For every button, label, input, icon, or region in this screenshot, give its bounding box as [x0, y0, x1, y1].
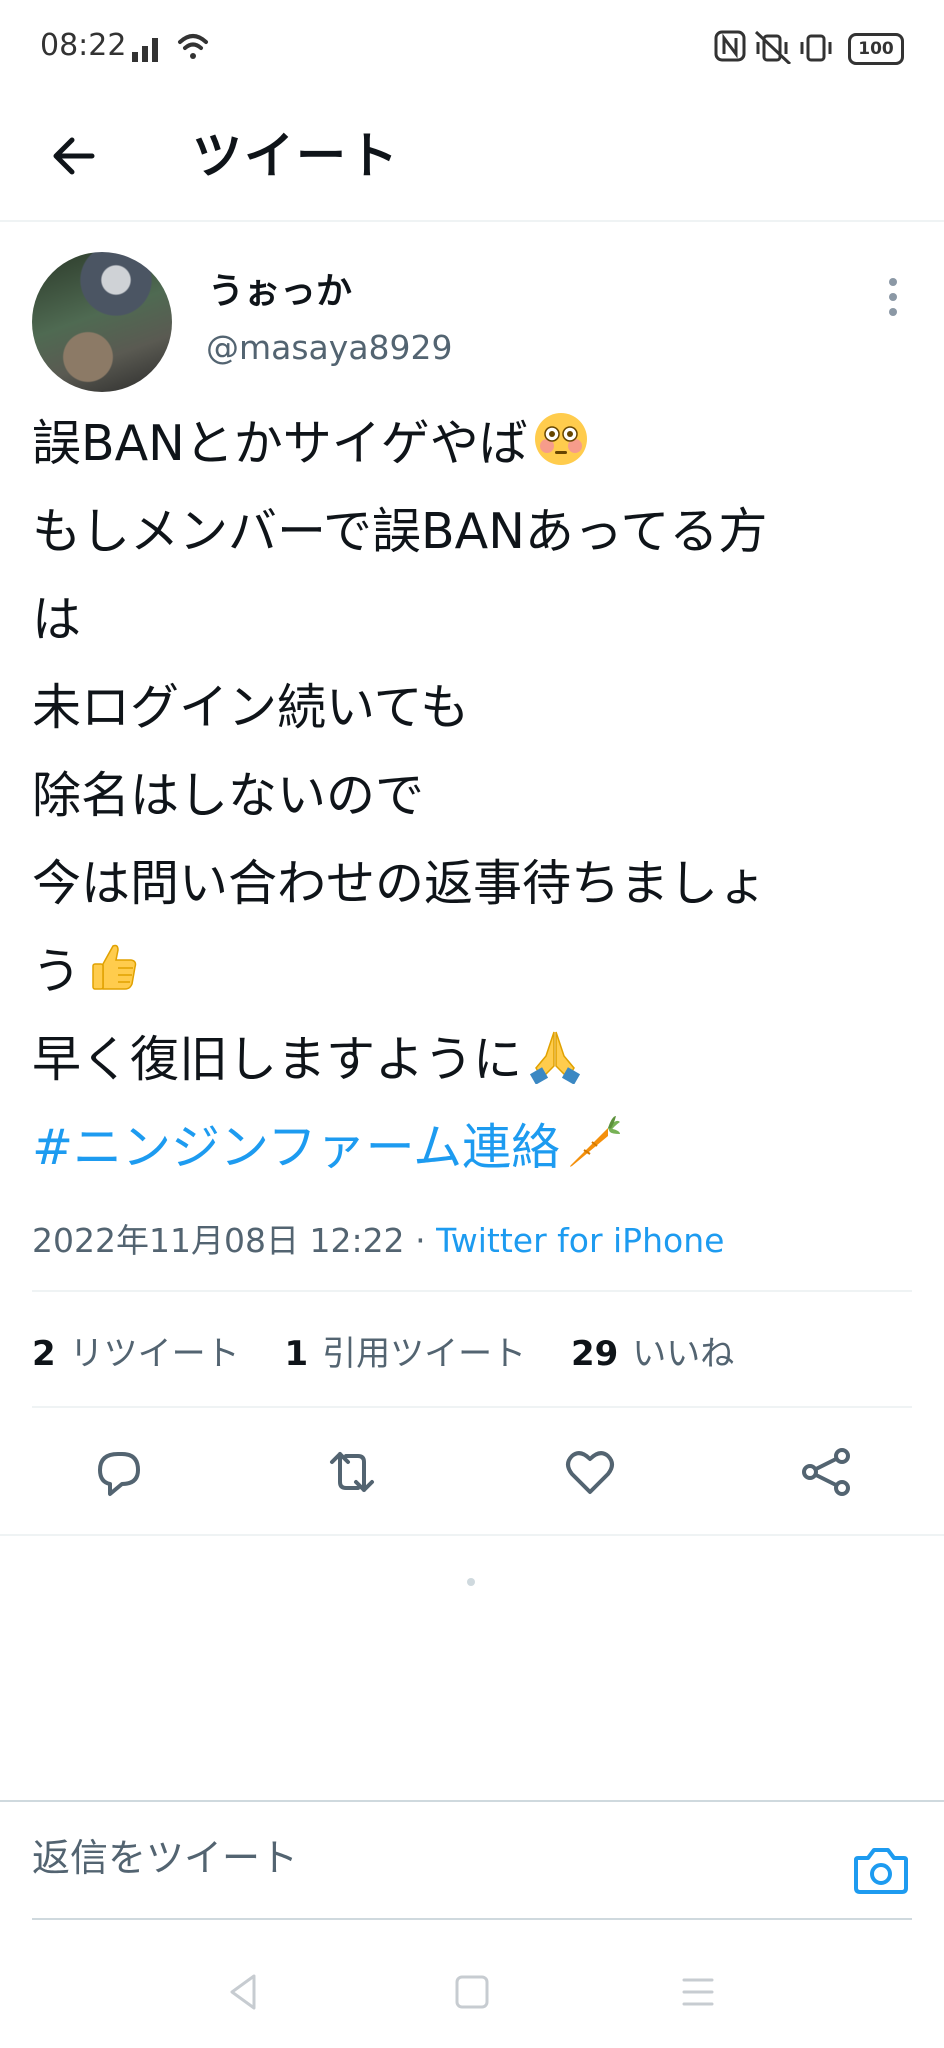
header: ツイート [0, 96, 944, 222]
more-vertical-icon[interactable] [878, 272, 908, 322]
vibrate-off-icon [754, 30, 792, 64]
reply-input[interactable] [32, 1826, 792, 1890]
meta-separator: · [415, 1221, 426, 1260]
folded-hands-emoji [529, 1031, 581, 1084]
retweet-icon[interactable] [322, 1442, 382, 1502]
flushed-face-emoji [534, 413, 587, 465]
user-handle[interactable]: @masaya8929 [206, 328, 453, 367]
menu-icon[interactable] [676, 1970, 720, 2014]
reply-bar [0, 1800, 944, 1920]
status-time: 08:22 [40, 28, 127, 63]
tweet-text: 誤BANとかサイゲやば もしメンバーで誤BANあってる方 は 未ログイン続いても… [32, 400, 912, 1192]
camera-icon[interactable] [852, 1844, 910, 1896]
tweet-line: もしメンバーで誤BANあってる方 [32, 503, 768, 560]
reply-icon[interactable] [88, 1442, 148, 1502]
tweet-line: 今は問い合わせの返事待ちましょ [32, 855, 768, 912]
battery-icon: 100 [848, 33, 904, 65]
share-icon[interactable] [796, 1442, 856, 1502]
divider [32, 1406, 912, 1408]
system-nav-bar [0, 1940, 944, 2048]
signal-icon [132, 34, 208, 62]
likes-stat[interactable]: 29 いいね [571, 1334, 734, 1374]
vibrate-icon [800, 34, 832, 62]
hashtag-line: #ニンジンファーム連絡 [32, 1104, 912, 1192]
retweets-stat[interactable]: 2 リツイート [32, 1334, 240, 1374]
wifi-icon [178, 34, 208, 59]
action-bar [0, 1412, 944, 1536]
status-bar: 08:22 100 [0, 0, 944, 96]
tweet-stats: 2 リツイート 1 引用ツイート 29 いいね [32, 1326, 768, 1375]
tweet-line: は [32, 591, 82, 648]
tweet-meta: 2022年11月08日 12:22 · Twitter for iPhone [32, 1214, 724, 1262]
back-icon[interactable] [222, 1970, 266, 2014]
carrot-emoji [570, 1116, 621, 1167]
reply-underline [32, 1918, 912, 1920]
nfc-icon [714, 30, 832, 64]
timestamp[interactable]: 2022年11月08日 12:22 [32, 1221, 405, 1260]
display-name[interactable]: うぉっか [208, 262, 352, 314]
tweet-line: 誤BANとかサイゲやば [32, 400, 912, 488]
tweet-line: 未ログイン続いても [32, 679, 470, 736]
arrow-left-icon[interactable] [44, 126, 104, 186]
source-link[interactable]: Twitter for iPhone [436, 1221, 724, 1260]
hashtag-link[interactable]: #ニンジンファーム連絡 [32, 1119, 560, 1176]
avatar[interactable] [32, 252, 172, 392]
like-icon[interactable] [560, 1442, 620, 1502]
home-icon[interactable] [450, 1970, 494, 2014]
divider [32, 1290, 912, 1292]
tweet-line: 除名はしないので [32, 767, 425, 824]
tweet-line: う [32, 928, 912, 1016]
tweet-line: 早く復旧しますように [32, 1016, 912, 1104]
thumbs-up-emoji [92, 944, 137, 990]
quotes-stat[interactable]: 1 引用ツイート [284, 1334, 526, 1374]
loading-indicator [467, 1578, 475, 1586]
page-title: ツイート [192, 127, 400, 185]
